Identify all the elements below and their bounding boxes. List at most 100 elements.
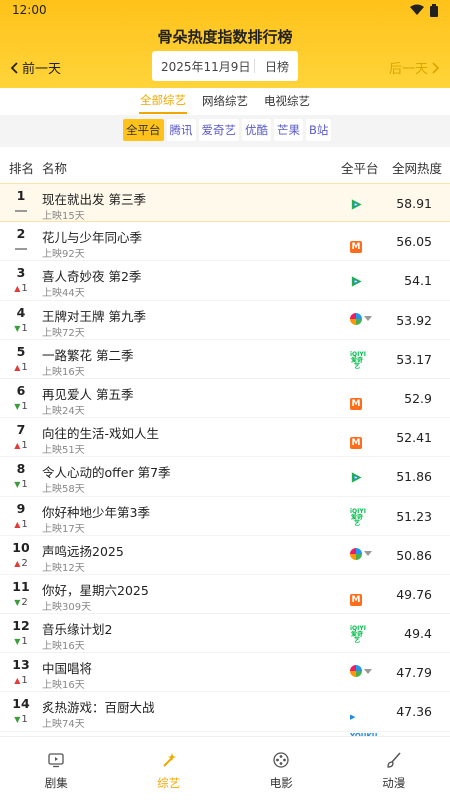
chevron-left-icon	[10, 61, 18, 74]
rank-change-value: 1	[21, 636, 28, 648]
filter-mango[interactable]: 芒果	[274, 119, 303, 141]
ranking-row[interactable]: 9 ▲ 1 你好种地少年第3季 上映17天 iQIYI 爱奇艺 51.23	[0, 497, 450, 536]
show-name[interactable]: 你好种地少年第3季	[42, 502, 150, 521]
tab-tv-variety[interactable]: 电视综艺	[263, 89, 311, 113]
heat-value: 49.4	[404, 626, 432, 642]
mango-tv-icon: M	[350, 241, 362, 254]
show-name[interactable]: 现在就出发 第三季	[42, 189, 146, 208]
days-running: 上映92天	[42, 249, 85, 261]
platform-cell	[350, 273, 380, 289]
ranking-row[interactable]: 7 ▲ 1 向往的生活-戏如人生 上映51天 M 52.41	[0, 418, 450, 458]
platform-cell: ▶YOUKU	[350, 704, 380, 740]
filter-bilibili[interactable]: B站	[306, 119, 332, 141]
tab-all-variety[interactable]: 全部综艺	[139, 88, 187, 114]
ranking-row[interactable]: 10 ▲ 2 声鸣远扬2025 上映12天 50.86	[0, 536, 450, 575]
rank-change-value: 2	[21, 596, 28, 608]
filter-iqiyi[interactable]: 爱奇艺	[198, 119, 239, 141]
tab-movie[interactable]: 电影	[225, 737, 338, 800]
rank-change: ▲ 1	[8, 283, 34, 294]
rank-change: ▼ 1	[8, 401, 34, 412]
multi-platform-icon[interactable]	[350, 547, 380, 560]
ranking-list: 1 现在就出发 第三季 上映15天 58.91 2 花儿与少年同心季 上映92天 M 56.05…	[0, 183, 450, 740]
rank-number: 11	[12, 578, 30, 594]
show-name[interactable]: 一路繁花 第二季	[42, 345, 133, 364]
rank-number: 7	[16, 422, 26, 438]
tab-anime[interactable]: 动漫	[338, 737, 450, 800]
show-name[interactable]: 声鸣远扬2025	[42, 541, 124, 560]
rank-number: 2	[16, 226, 26, 242]
show-name[interactable]: 向往的生活-戏如人生	[42, 423, 159, 442]
tab-variety[interactable]: 综艺	[113, 737, 226, 800]
filter-youku[interactable]: 优酷	[242, 119, 271, 141]
tab-drama[interactable]: 剧集	[0, 737, 113, 800]
date-value: 2025年11月9日	[161, 59, 251, 74]
days-running: 上映58天	[42, 484, 85, 496]
heat-value: 50.86	[396, 547, 432, 563]
film-reel-icon	[273, 752, 289, 768]
rank-change	[8, 206, 34, 212]
ranking-row[interactable]: 2 花儿与少年同心季 上映92天 M 56.05	[0, 222, 450, 262]
ranking-row[interactable]: 6 ▼ 1 再见爱人 第五季 上映24天 M 52.9	[0, 379, 450, 419]
days-running: 上映309天	[42, 601, 92, 613]
show-name[interactable]: 花儿与少年同心季	[42, 227, 142, 246]
header-bar: 12:00 骨朵热度指数排行榜 前一天 2025年11月9日 日榜 后一天	[0, 0, 450, 88]
heat-value: 52.41	[396, 430, 432, 446]
table-header: 排名 名称 全平台 全网热度	[0, 147, 450, 183]
show-name[interactable]: 令人心动的offer 第7季	[42, 462, 171, 481]
dropdown-arrow-icon	[364, 316, 372, 322]
filter-all-platforms[interactable]: 全平台	[123, 119, 164, 141]
multi-platform-icon[interactable]	[350, 312, 380, 325]
heat-value: 53.92	[396, 312, 432, 328]
show-name[interactable]: 炙热游戏：百厨大战	[42, 697, 155, 716]
no-change-icon	[15, 210, 27, 212]
heat-value: 58.91	[396, 196, 432, 211]
tab-variety-label: 综艺	[157, 776, 181, 790]
ranking-row[interactable]: 11 ▼ 2 你好，星期六2025 上映309天 M 49.76	[0, 575, 450, 615]
period-selector[interactable]: 日榜	[255, 58, 289, 75]
arrow-down-icon: ▼	[14, 401, 21, 411]
days-running: 上映12天	[42, 562, 85, 574]
column-heat[interactable]: 全网热度	[392, 158, 442, 177]
ranking-row[interactable]: 12 ▼ 1 音乐缘计划2 上映16天 iQIYI 爱奇艺 49.4	[0, 614, 450, 654]
arrow-up-icon: ▲	[14, 519, 21, 529]
ranking-row[interactable]: 1 现在就出发 第三季 上映15天 58.91	[0, 183, 450, 223]
show-name[interactable]: 王牌对王牌 第九季	[42, 306, 146, 325]
show-name[interactable]: 再见爱人 第五季	[42, 384, 133, 403]
ranking-row[interactable]: 8 ▼ 1 令人心动的offer 第7季 上映58天 51.86	[0, 457, 450, 497]
rank-number: 8	[16, 461, 26, 477]
filter-tencent[interactable]: 腾讯	[166, 119, 196, 141]
iqiyi-icon: iQIYI 爱奇艺	[350, 350, 366, 370]
arrow-down-icon: ▼	[14, 323, 21, 333]
date-selector[interactable]: 2025年11月9日 日榜	[152, 51, 298, 81]
ranking-row[interactable]: 13 ▲ 1 中国唱将 上映16天 47.79	[0, 653, 450, 693]
tab-web-variety[interactable]: 网络综艺	[201, 89, 249, 113]
heat-value: 54.1	[404, 273, 432, 289]
ranking-row[interactable]: 5 ▲ 1 一路繁花 第二季 上映16天 iQIYI 爱奇艺 53.17	[0, 340, 450, 379]
platform-cell: iQIYI 爱奇艺	[350, 626, 380, 644]
rank-change: ▲ 1	[8, 519, 34, 530]
multi-platform-icon[interactable]	[350, 665, 380, 678]
mango-tv-icon: M	[350, 593, 362, 606]
ranking-row[interactable]: 14 ▼1 炙热游戏：百厨大战上映74天 ▶YOUKU 47.36	[0, 692, 450, 740]
rank-change-value: 2	[21, 557, 28, 569]
platform-cell: M	[350, 391, 380, 410]
show-name[interactable]: 喜人奇妙夜 第2季	[42, 266, 141, 285]
battery-icon	[430, 4, 438, 17]
ranking-row[interactable]: 4 ▼ 1 王牌对王牌 第九季 上映72天 53.92	[0, 301, 450, 340]
show-name[interactable]: 音乐缘计划2	[42, 619, 112, 638]
prev-day-button[interactable]: 前一天	[10, 58, 61, 77]
page-title: 骨朵热度指数排行榜	[157, 28, 293, 46]
brush-icon	[387, 752, 401, 768]
heat-value: 52.9	[404, 390, 432, 406]
show-name[interactable]: 中国唱将	[42, 658, 92, 677]
prev-day-label: 前一天	[22, 62, 62, 77]
next-day-button[interactable]: 后一天	[389, 58, 440, 77]
tab-anime-label: 动漫	[382, 776, 406, 790]
ranking-row[interactable]: 3 ▲ 1 喜人奇妙夜 第2季 上映44天 54.1	[0, 261, 450, 301]
tencent-video-icon	[351, 276, 362, 287]
column-platform[interactable]: 全平台	[341, 158, 379, 177]
show-name[interactable]: 你好，星期六2025	[42, 580, 149, 599]
tv-icon	[48, 753, 64, 768]
rank-change-value: 1	[21, 322, 28, 334]
platform-cell	[350, 547, 380, 564]
